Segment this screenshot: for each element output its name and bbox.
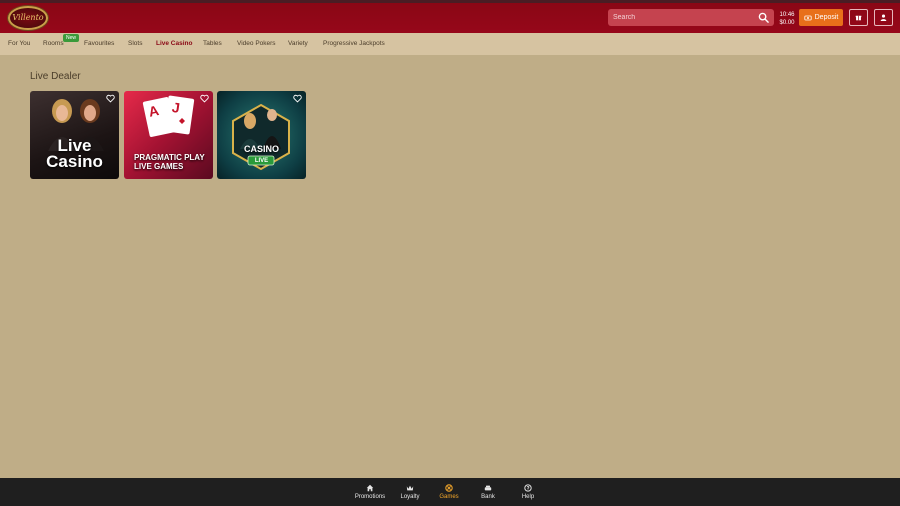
crown-icon <box>406 485 414 491</box>
help-icon <box>524 484 532 492</box>
nav-live-casino[interactable]: Live Casino <box>156 40 192 47</box>
games-icon <box>445 484 453 492</box>
logo-text: Villento <box>12 13 44 22</box>
tile2-line1: PRAGMATIC PLAY <box>134 153 205 162</box>
footer-loyalty-label: Loyalty <box>400 494 420 500</box>
game-tile-pragmatic-play[interactable]: A J PRAGMATIC PLAY LIVE GAMES <box>124 91 213 179</box>
casino-live-image <box>232 103 290 171</box>
footer-games-label: Games <box>439 494 459 500</box>
clock-time: 10:46 <box>779 12 795 18</box>
casino-logo[interactable]: Villento <box>8 6 48 30</box>
footer-promotions-label: Promotions <box>354 494 386 500</box>
gift-button[interactable] <box>849 9 868 26</box>
user-icon <box>880 14 887 21</box>
clock-balance: 10:46 $0.00 <box>776 11 798 27</box>
new-badge: New <box>63 34 80 42</box>
deposit-label: Deposit <box>814 14 839 21</box>
bank-icon <box>484 485 492 491</box>
category-nav: For You Rooms New Favourites Slots Live … <box>0 33 900 55</box>
search-input[interactable] <box>608 9 748 26</box>
section-title: Live Dealer <box>30 71 81 82</box>
tile2-line2: LIVE GAMES <box>134 162 184 171</box>
nav-rooms[interactable]: Rooms <box>43 40 64 47</box>
game-tile-casino-live[interactable]: CASINO LIVE <box>217 91 306 179</box>
footer-games[interactable]: Games <box>427 484 471 500</box>
nav-for-you[interactable]: For You <box>8 40 30 47</box>
footer-help[interactable]: Help <box>506 484 550 500</box>
tile3-line1: CASINO <box>243 144 279 154</box>
nav-progressive-jackpots[interactable]: Progressive Jackpots <box>323 40 385 47</box>
tile3-line2: LIVE <box>254 158 269 164</box>
footer-bank-label: Bank <box>481 494 495 500</box>
search-icon[interactable] <box>758 12 769 23</box>
heart-icon[interactable] <box>293 94 302 103</box>
nav-tables[interactable]: Tables <box>203 40 222 47</box>
heart-icon[interactable] <box>200 94 209 103</box>
gift-icon <box>855 15 862 21</box>
heart-icon[interactable] <box>106 94 115 103</box>
deposit-button[interactable]: Deposit <box>799 9 843 26</box>
footer-loyalty[interactable]: Loyalty <box>388 484 432 500</box>
footer-bank[interactable]: Bank <box>466 484 510 500</box>
nav-slots[interactable]: Slots <box>128 40 142 47</box>
cash-icon <box>804 15 812 20</box>
bottom-nav: Promotions Loyalty Games Bank Help <box>0 478 900 506</box>
nav-favourites[interactable]: Favourites <box>84 40 114 47</box>
footer-promotions[interactable]: Promotions <box>348 484 392 500</box>
nav-variety[interactable]: Variety <box>288 40 308 47</box>
tile1-line2: Casino <box>46 152 103 171</box>
top-header: Villento 10:46 $0.00 Deposit <box>0 0 900 33</box>
profile-button[interactable] <box>874 9 893 26</box>
footer-help-label: Help <box>521 494 535 500</box>
home-icon <box>366 484 374 492</box>
balance-amount: $0.00 <box>779 20 795 26</box>
game-tile-live-casino[interactable]: Live Casino <box>30 91 119 179</box>
search-box[interactable] <box>608 9 774 26</box>
nav-video-pokers[interactable]: Video Pokers <box>237 40 276 47</box>
